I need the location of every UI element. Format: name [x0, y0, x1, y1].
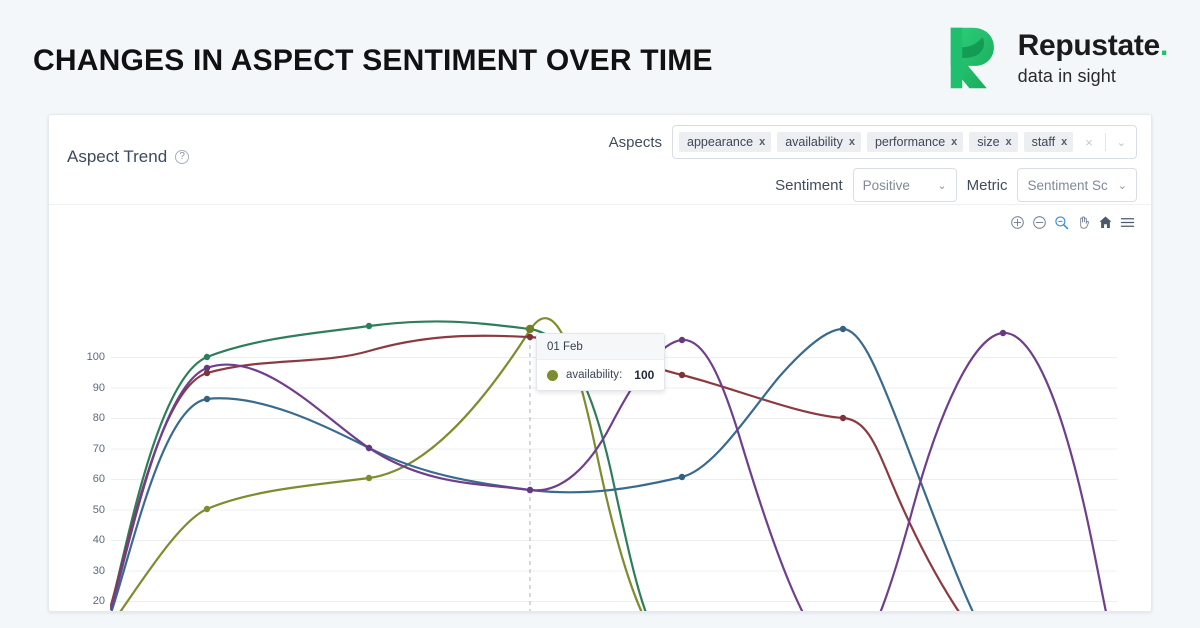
clear-all-icon[interactable]: × [1079, 135, 1099, 150]
chevron-down-icon: ⌄ [937, 179, 947, 192]
aspects-control-row: Aspects appearance x availability x perf… [609, 125, 1137, 159]
aspect-trend-card: Aspect Trend ? Aspects appearance x avai… [48, 114, 1152, 612]
y-tick-label: 20 [92, 595, 105, 607]
chip-remove-icon[interactable]: x [1061, 136, 1067, 148]
page-root: CHANGES IN ASPECT SENTIMENT OVER TIME Re… [0, 0, 1200, 628]
data-point [203, 364, 211, 372]
tooltip-series-dot [547, 369, 558, 381]
chip-label: appearance [687, 135, 754, 149]
card-header: Aspect Trend ? Aspects appearance x avai… [49, 115, 1151, 205]
data-point [839, 325, 847, 333]
y-tick-label: 50 [92, 504, 105, 516]
aspects-multiselect[interactable]: appearance x availability x performance … [672, 125, 1137, 159]
tooltip-date: 01 Feb [537, 334, 665, 360]
filters-row: Sentiment Positive ⌄ Metric Sentiment Sc… [775, 168, 1137, 202]
y-tick-label: 100 [86, 351, 105, 363]
tooltip-row: availability: 100 [537, 360, 664, 390]
page-header: CHANGES IN ASPECT SENTIMENT OVER TIME Re… [0, 0, 1200, 112]
data-point [839, 414, 847, 422]
card-title-group: Aspect Trend ? [67, 147, 190, 167]
brand-tagline: data in sight [1017, 66, 1116, 86]
data-point [203, 353, 211, 361]
data-point [365, 444, 373, 452]
chip-label: availability [785, 135, 843, 149]
repustate-logo-icon [950, 27, 994, 89]
chip-label: size [977, 135, 1000, 149]
aspect-trend-line-chart [109, 317, 1117, 611]
aspect-chip-appearance[interactable]: appearance x [679, 132, 772, 152]
y-tick-label: 60 [92, 473, 105, 485]
sentiment-value: Positive [862, 177, 910, 193]
aspects-label: Aspects [608, 133, 663, 151]
brand-name-dot: . [1159, 29, 1168, 62]
chip-remove-icon[interactable]: x [849, 136, 855, 148]
y-tick-label: 40 [92, 534, 105, 546]
tooltip-series-value: 100 [634, 368, 655, 382]
data-point [203, 505, 211, 513]
brand-text: Repustate. data in sight [1017, 29, 1169, 86]
metric-label: Metric [966, 176, 1008, 194]
y-tick-label: 90 [92, 382, 105, 394]
y-tick-label: 80 [92, 412, 105, 424]
metric-value: Sentiment Sc [1027, 177, 1108, 193]
chip-remove-icon[interactable]: x [951, 136, 957, 148]
data-point [365, 322, 373, 330]
chart-tooltip: 01 Feb availability: 100 [536, 333, 666, 391]
aspect-chip-availability[interactable]: availability x [777, 132, 861, 152]
brand-name: Repustate. [1017, 29, 1169, 62]
metric-select[interactable]: Sentiment Sc ⌄ [1017, 168, 1137, 202]
data-point [678, 371, 686, 379]
question-circle-icon[interactable]: ? [175, 150, 190, 164]
chip-label: staff [1031, 135, 1056, 149]
data-point [678, 336, 686, 344]
aspect-chip-size[interactable]: size x [969, 132, 1018, 152]
brand-logo-group: Repustate. data in sight [932, 22, 1168, 94]
data-point [203, 395, 211, 403]
chip-remove-icon[interactable]: x [759, 136, 765, 148]
data-point [678, 473, 686, 481]
chip-label: performance [874, 135, 946, 149]
chevron-down-icon[interactable]: ⌄ [1112, 136, 1132, 149]
data-point [526, 486, 534, 494]
sentiment-label: Sentiment [775, 176, 843, 194]
aspect-chip-performance[interactable]: performance x [866, 132, 964, 152]
data-point [526, 333, 534, 341]
data-point-active [525, 324, 535, 334]
chevron-down-icon: ⌄ [1117, 179, 1127, 192]
page-title: CHANGES IN ASPECT SENTIMENT OVER TIME [33, 44, 713, 77]
divider [1104, 133, 1106, 151]
chip-remove-icon[interactable]: x [1006, 136, 1012, 148]
y-tick-label: 30 [92, 565, 105, 577]
tooltip-series-name: availability: [566, 369, 623, 381]
aspect-chip-staff[interactable]: staff x [1023, 132, 1074, 152]
sentiment-select[interactable]: Positive ⌄ [852, 168, 957, 202]
data-point [999, 329, 1007, 337]
chart-area: 100 90 80 70 60 50 40 30 20 10 0 Dec '20… [49, 205, 1151, 611]
brand-name-text: Repustate [1017, 29, 1161, 62]
data-point [365, 474, 373, 482]
y-tick-label: 70 [92, 443, 105, 455]
card-title: Aspect Trend [67, 147, 168, 166]
